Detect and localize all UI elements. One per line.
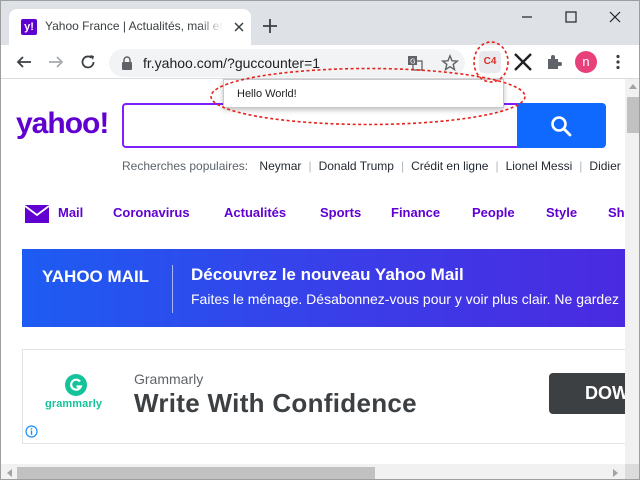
window-close-icon[interactable] (605, 7, 625, 27)
url-text[interactable]: fr.yahoo.com/?guccounter=1 (143, 55, 320, 71)
banner-title: Découvrez le nouveau Yahoo Mail (191, 265, 464, 284)
extensions-puzzle-icon[interactable] (545, 53, 563, 71)
maximize-icon[interactable] (561, 7, 581, 27)
scroll-left-arrow-icon[interactable] (6, 469, 12, 477)
ad-download-button[interactable]: DOWNLOAD (549, 373, 625, 414)
new-tab-plus-icon[interactable] (261, 17, 279, 35)
back-arrow-icon[interactable] (15, 53, 33, 71)
svg-text:G: G (410, 58, 415, 66)
search-input[interactable] (122, 103, 517, 148)
banner-divider (172, 265, 173, 313)
ad-brand: Grammarly (134, 371, 204, 387)
horizontal-scrollbar[interactable] (1, 464, 625, 479)
tab-yahoo[interactable]: y! Yahoo France | Actualités, mail et re… (9, 9, 251, 45)
nav-item-sports[interactable]: Sports (320, 205, 361, 220)
grammarly-logo-icon (65, 374, 87, 396)
yahoo-mail-banner[interactable]: YAHOO MAIL Découvrez le nouveau Yahoo Ma… (22, 249, 625, 327)
grammarly-logo-text: grammarly (45, 398, 103, 410)
horizontal-scroll-thumb[interactable] (17, 467, 375, 479)
vertical-scrollbar[interactable] (625, 79, 639, 464)
banner-brand: YAHOO MAIL (42, 267, 150, 286)
menu-kebab-icon[interactable] (609, 53, 627, 71)
forward-arrow-icon[interactable] (47, 53, 65, 71)
mail-envelope-icon[interactable] (25, 205, 49, 223)
ad-info-icon[interactable] (25, 425, 38, 438)
close-icon[interactable] (231, 19, 247, 35)
popular-searches: Recherches populaires: Neymar | Donald Tru… (122, 159, 621, 173)
popular-term[interactable]: Donald Trump (319, 159, 394, 173)
popular-term[interactable]: Neymar (259, 159, 301, 173)
scrollbar-corner (625, 464, 639, 479)
search-icon (551, 116, 572, 137)
nav-item-mail[interactable]: Mail (58, 205, 83, 220)
bookmark-star-icon[interactable] (441, 54, 459, 72)
nav-item-actualites[interactable]: Actualités (224, 205, 286, 220)
minimize-icon[interactable] (517, 7, 537, 27)
extension-popup: Hello World! (223, 79, 504, 108)
yahoo-logo[interactable]: yahoo! (16, 107, 109, 141)
scroll-up-arrow-icon[interactable] (629, 83, 637, 89)
vertical-scroll-thumb[interactable] (627, 97, 639, 133)
ad-title: Write With Confidence (134, 388, 417, 418)
tab-title: Yahoo France | Actualités, mail et reche… (45, 19, 223, 35)
lock-icon[interactable] (121, 56, 133, 70)
popular-term[interactable]: Didier (589, 159, 620, 173)
reload-icon[interactable] (79, 53, 97, 71)
yahoo-page: yahoo! Recherches populaires: Neymar | Don… (1, 79, 625, 464)
profile-avatar[interactable]: n (575, 51, 597, 73)
tab-strip: y! Yahoo France | Actualités, mail et re… (1, 1, 639, 45)
nav-item-people[interactable]: People (472, 205, 515, 220)
scroll-right-arrow-icon[interactable] (613, 469, 619, 477)
grammarly-ad[interactable]: grammarly Grammarly Write With Confidenc… (22, 349, 625, 444)
banner-subtitle: Faites le ménage. Désabonnez-vous pour y… (191, 291, 619, 307)
popular-term[interactable]: Lionel Messi (506, 159, 573, 173)
nav-item-shopping[interactable]: Sh (608, 205, 625, 220)
extension-c4-button[interactable]: C4 (479, 51, 501, 73)
nav-item-style[interactable]: Style (546, 205, 577, 220)
popular-label: Recherches populaires: (122, 159, 249, 173)
extension-cross-icon[interactable] (513, 52, 533, 72)
browser-window: y! Yahoo France | Actualités, mail et re… (0, 0, 640, 480)
popular-term[interactable]: Crédit en ligne (411, 159, 488, 173)
yahoo-favicon-icon: y! (21, 19, 37, 35)
nav-item-coronavirus[interactable]: Coronavirus (113, 205, 190, 220)
translate-icon[interactable]: G (407, 55, 423, 71)
search-button[interactable] (517, 103, 606, 148)
address-bar[interactable]: fr.yahoo.com/?guccounter=1 G (109, 49, 465, 77)
nav-item-finance[interactable]: Finance (391, 205, 440, 220)
